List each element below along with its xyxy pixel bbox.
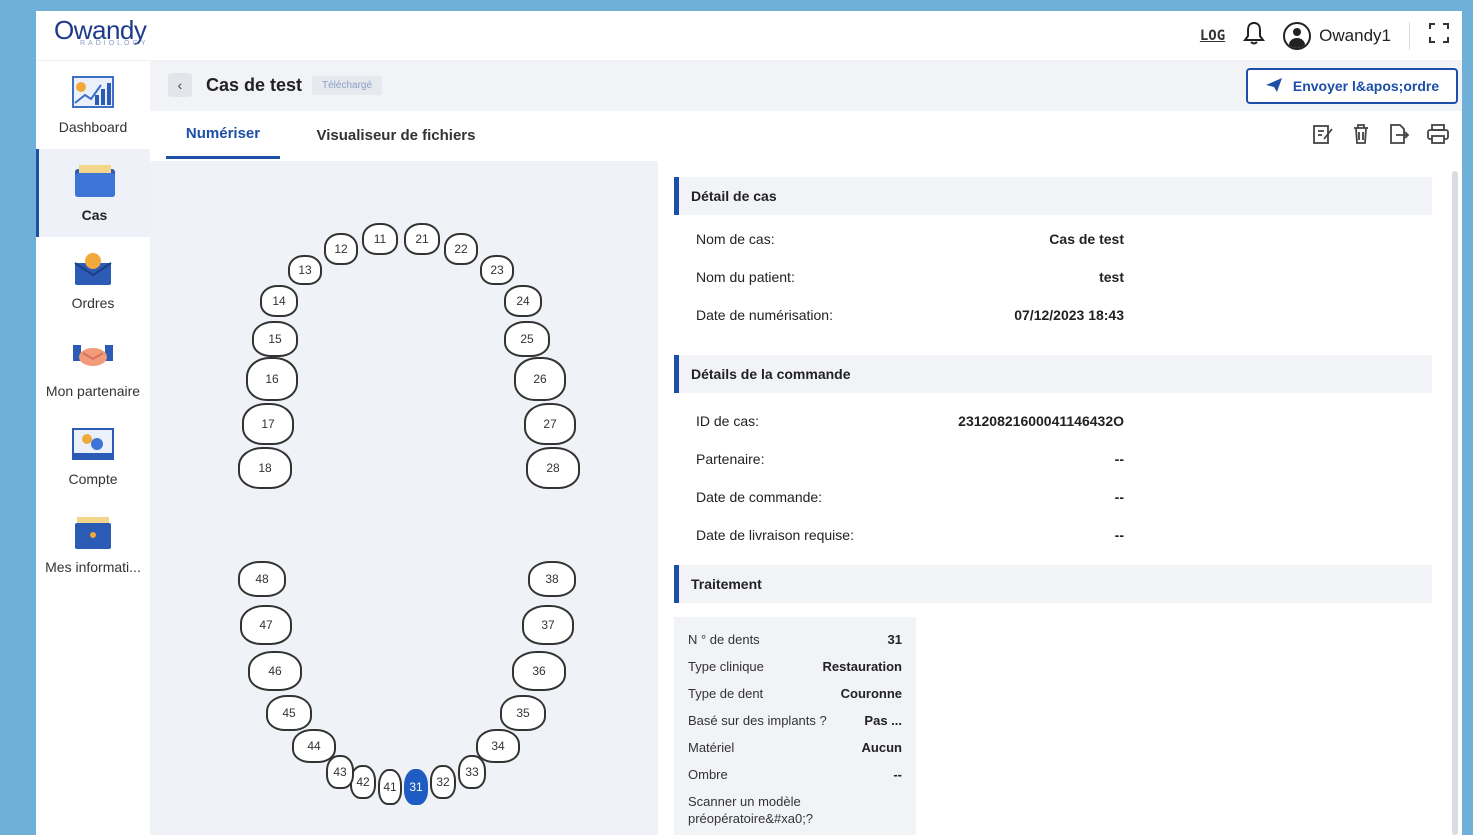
- treatment-row: Ombre --: [688, 767, 902, 782]
- tooth-32[interactable]: 32: [430, 765, 456, 799]
- info-folder-icon: [71, 515, 115, 551]
- tooth-25[interactable]: 25: [504, 321, 550, 357]
- tooth-46[interactable]: 46: [248, 651, 302, 691]
- tooth-13[interactable]: 13: [288, 255, 322, 285]
- detail-row: Date de livraison requise: --: [696, 527, 1124, 543]
- tooth-18[interactable]: 18: [238, 447, 292, 489]
- detail-row: Nom du patient: test: [696, 269, 1124, 285]
- tooth-34[interactable]: 34: [476, 729, 520, 763]
- top-bar: Owandy RADIOLOGY LOG Owandy1: [36, 11, 1462, 61]
- treatment-row: N ° de dents 31: [688, 632, 902, 647]
- detail-row: Nom de cas: Cas de test: [696, 231, 1124, 247]
- details-panel: Détail de cas Nom de cas: Cas de test Nom…: [658, 159, 1448, 835]
- sidebar-item-label: Mes informati...: [45, 559, 141, 575]
- tooth-44[interactable]: 44: [292, 729, 336, 763]
- send-order-button[interactable]: Envoyer l&apos;ordre: [1246, 68, 1458, 104]
- trash-icon[interactable]: [1350, 123, 1372, 150]
- export-file-icon[interactable]: [1388, 123, 1410, 150]
- send-order-label: Envoyer l&apos;ordre: [1292, 78, 1440, 94]
- treatment-row: Basé sur des implants ? Pas ...: [688, 713, 902, 728]
- owandy-logo[interactable]: Owandy RADIOLOGY: [54, 17, 149, 47]
- tooth-12[interactable]: 12: [324, 233, 358, 265]
- tooth-11[interactable]: 11: [362, 223, 398, 255]
- sidebar-item-label: Compte: [68, 471, 118, 487]
- treatment-row: Matériel Aucun: [688, 740, 902, 755]
- tooth-38[interactable]: 38: [528, 561, 576, 597]
- tab-numeriser[interactable]: Numériser: [166, 111, 280, 159]
- tooth-24[interactable]: 24: [504, 285, 542, 317]
- section-case-detail: Détail de cas: [674, 177, 1432, 215]
- page-title: Cas de test: [206, 75, 303, 95]
- tooth-14[interactable]: 14: [260, 285, 298, 317]
- sidebar-item-dashboard[interactable]: Dashboard: [36, 61, 150, 149]
- tab-visualiseur[interactable]: Visualiseur de fichiers: [306, 111, 486, 159]
- tooth-28[interactable]: 28: [526, 447, 580, 489]
- sidebar-item-label: Ordres: [71, 295, 115, 311]
- tooth-41[interactable]: 41: [378, 769, 402, 805]
- chevron-left-icon: ‹: [177, 77, 183, 93]
- tooth-43[interactable]: 43: [326, 755, 354, 789]
- sidebar-item-cas[interactable]: Cas: [36, 149, 150, 237]
- bell-icon[interactable]: [1243, 21, 1266, 50]
- scrollbar[interactable]: [1452, 171, 1458, 835]
- sidebar-item-compte[interactable]: Compte: [36, 413, 150, 501]
- detail-row: Partenaire: --: [696, 451, 1124, 467]
- detail-row: Date de numérisation: 07/12/2023 18:43: [696, 307, 1124, 323]
- case-header: ‹ Cas de test Téléchargé Envoyer l&apos;…: [150, 61, 1462, 111]
- user-avatar-icon: [1283, 21, 1312, 50]
- app-window: Owandy RADIOLOGY LOG Owandy1 Dashboard C…: [36, 11, 1462, 835]
- treatment-card[interactable]: N ° de dents 31 Type clinique Restauration T…: [674, 617, 916, 835]
- tooth-16[interactable]: 16: [246, 357, 298, 401]
- fullscreen-icon[interactable]: [1428, 22, 1450, 49]
- treatment-row: Type clinique Restauration: [688, 659, 902, 674]
- tooth-36[interactable]: 36: [512, 651, 566, 691]
- divider: [1409, 21, 1410, 50]
- tooth-chart: 11 12 13 14 15 16 17 18 21 22 23 24 25 26 27 28 31 32 33 34…: [150, 161, 658, 835]
- tooth-45[interactable]: 45: [266, 695, 312, 731]
- treatment-row: Type de dent Couronne: [688, 686, 902, 701]
- tooth-22[interactable]: 22: [444, 233, 478, 265]
- edit-icon[interactable]: [1312, 123, 1334, 150]
- tab-bar: Numériser Visualiseur de fichiers: [150, 111, 650, 159]
- tooth-48[interactable]: 48: [238, 561, 286, 597]
- dashboard-icon: [71, 75, 115, 111]
- tooth-27[interactable]: 27: [524, 403, 576, 445]
- orders-icon: [71, 251, 115, 287]
- sidebar-item-informations[interactable]: Mes informati...: [36, 501, 150, 589]
- tooth-35[interactable]: 35: [500, 695, 546, 731]
- status-badge: Téléchargé: [312, 76, 383, 95]
- tooth-31[interactable]: 31: [404, 769, 428, 805]
- sidebar-item-partenaire[interactable]: Mon partenaire: [36, 325, 150, 413]
- tooth-23[interactable]: 23: [480, 255, 514, 285]
- sidebar-item-label: Mon partenaire: [45, 383, 141, 399]
- tooth-37[interactable]: 37: [522, 605, 574, 645]
- handshake-icon: [71, 339, 115, 375]
- tooth-26[interactable]: 26: [514, 357, 566, 401]
- tooth-47[interactable]: 47: [240, 605, 292, 645]
- detail-row: ID de cas: 23120821600041146432O: [696, 413, 1124, 429]
- tooth-21[interactable]: 21: [404, 223, 440, 255]
- user-menu[interactable]: Owandy1: [1283, 21, 1391, 50]
- sidebar-item-label: Dashboard: [58, 119, 128, 135]
- detail-row: Date de commande: --: [696, 489, 1124, 505]
- sidebar: Dashboard Cas Ordres Mon partenaire Comp…: [36, 61, 150, 835]
- user-name: Owandy1: [1319, 25, 1391, 45]
- log-icon[interactable]: LOG: [1200, 28, 1225, 44]
- account-icon: [71, 427, 115, 463]
- section-treatment: Traitement: [674, 565, 1432, 603]
- logo-subtext: RADIOLOGY: [80, 40, 149, 47]
- treatment-row: Scanner un modèle préopératoire&#xa0;?: [688, 794, 814, 826]
- section-order-detail: Détails de la commande: [674, 355, 1432, 393]
- action-toolbar: [1312, 123, 1450, 150]
- print-icon[interactable]: [1426, 123, 1450, 150]
- back-button[interactable]: ‹: [168, 73, 192, 97]
- folder-icon: [73, 163, 117, 199]
- send-icon: [1265, 77, 1283, 96]
- sidebar-item-ordres[interactable]: Ordres: [36, 237, 150, 325]
- tooth-15[interactable]: 15: [252, 321, 298, 357]
- sidebar-item-label: Cas: [81, 207, 108, 223]
- tooth-17[interactable]: 17: [242, 403, 294, 445]
